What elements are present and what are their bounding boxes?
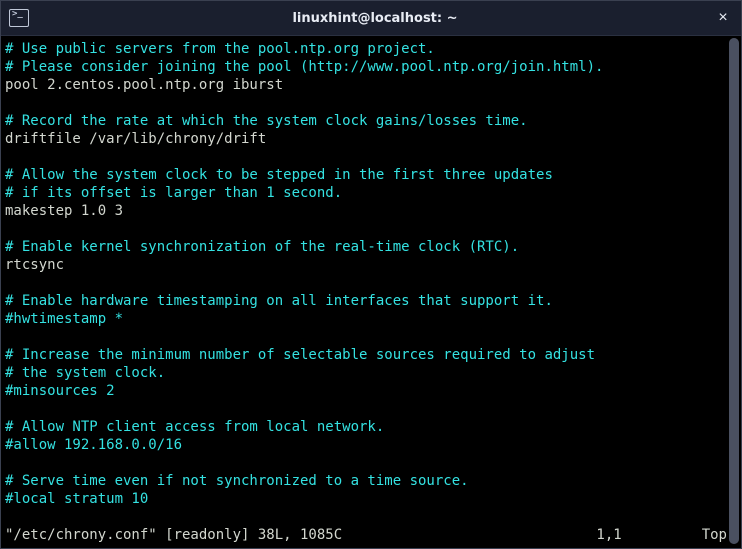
config-line [5, 274, 737, 292]
config-line [5, 454, 737, 472]
scrollbar[interactable] [729, 38, 739, 544]
comment-line: # the system clock. [5, 364, 737, 382]
config-line [5, 508, 737, 526]
terminal-window: linuxhint@localhost: ~ × # Use public se… [0, 0, 742, 549]
vim-status-line: "/etc/chrony.conf" [readonly] 38L, 1085C… [5, 526, 737, 544]
config-line [5, 400, 737, 418]
close-button[interactable]: × [713, 8, 733, 28]
comment-line: #hwtimestamp * [5, 310, 737, 328]
comment-line: #allow 192.168.0.0/16 [5, 436, 737, 454]
config-line: rtcsync [5, 256, 737, 274]
config-line: pool 2.centos.pool.ntp.org iburst [5, 76, 737, 94]
config-line [5, 94, 737, 112]
comment-line: # Increase the minimum number of selecta… [5, 346, 737, 364]
comment-line: # Enable kernel synchronization of the r… [5, 238, 737, 256]
comment-line: # Enable hardware timestamping on all in… [5, 292, 737, 310]
config-line: makestep 1.0 3 [5, 202, 737, 220]
window-title: linuxhint@localhost: ~ [37, 11, 713, 26]
comment-line: #local stratum 10 [5, 490, 737, 508]
comment-line: # Record the rate at which the system cl… [5, 112, 737, 130]
config-line: driftfile /var/lib/chrony/drift [5, 130, 737, 148]
config-line [5, 328, 737, 346]
scrollbar-thumb[interactable] [729, 38, 739, 544]
comment-line: # Please consider joining the pool (http… [5, 58, 737, 76]
config-line [5, 220, 737, 238]
editor-content[interactable]: # Use public servers from the pool.ntp.o… [5, 40, 737, 526]
comment-line: # Serve time even if not synchronized to… [5, 472, 737, 490]
terminal-icon [9, 9, 29, 27]
comment-line: #minsources 2 [5, 382, 737, 400]
config-line [5, 148, 737, 166]
comment-line: # Allow the system clock to be stepped i… [5, 166, 737, 184]
status-filename: "/etc/chrony.conf" [readonly] 38L, 1085C [5, 526, 342, 544]
status-cursor-position: 1,1 [596, 526, 701, 544]
comment-line: # if its offset is larger than 1 second. [5, 184, 737, 202]
terminal-viewport[interactable]: # Use public servers from the pool.ntp.o… [1, 36, 741, 548]
titlebar[interactable]: linuxhint@localhost: ~ × [1, 1, 741, 36]
comment-line: # Allow NTP client access from local net… [5, 418, 737, 436]
comment-line: # Use public servers from the pool.ntp.o… [5, 40, 737, 58]
